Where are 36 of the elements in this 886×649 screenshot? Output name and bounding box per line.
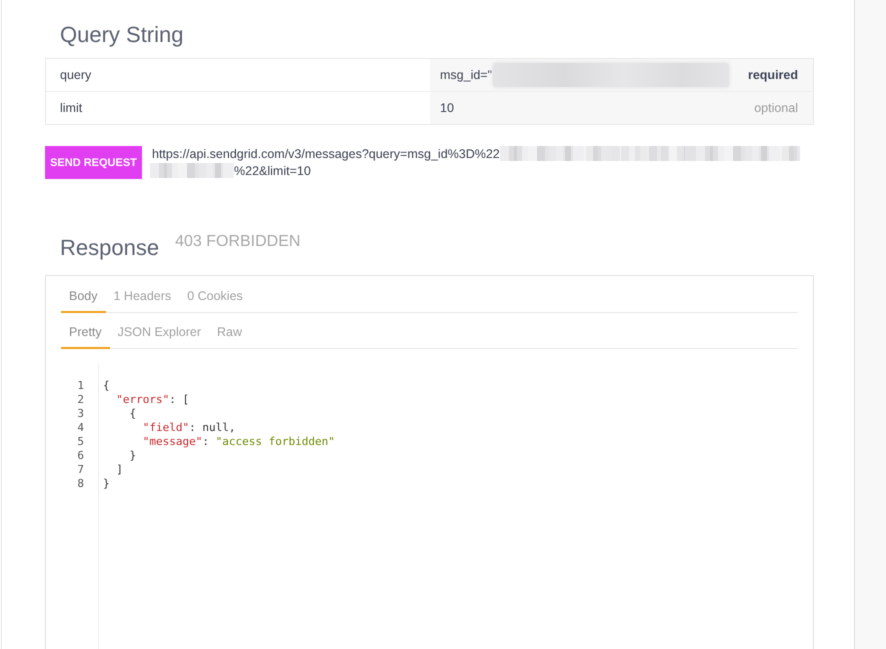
param-value-field[interactable]: msg_id=" required <box>430 59 813 91</box>
status-text: 403 FORBIDDEN <box>175 233 300 251</box>
line-number: 5 <box>77 435 84 448</box>
view-tab[interactable]: JSON Explorer <box>110 323 210 349</box>
response-tab[interactable]: 0 Cookies <box>179 287 251 313</box>
response-tab[interactable]: 1 Headers <box>106 287 180 313</box>
request-url: https://api.sendgrid.com/v3/messages?query=msg_id%3D%22 <box>152 146 500 160</box>
line-number: 4 <box>77 421 84 434</box>
param-name: query <box>60 68 92 82</box>
param-value: 10 <box>440 101 454 115</box>
param-value: msg_id=" <box>440 68 492 82</box>
line-number: 1 <box>77 379 84 392</box>
requirement-label: optional <box>754 101 798 115</box>
request-url: %22&limit=10 <box>234 164 311 178</box>
code-line: } <box>130 449 136 462</box>
line-number: 7 <box>77 463 84 476</box>
view-tab[interactable]: Raw <box>209 323 250 349</box>
response-tab[interactable]: Body <box>61 287 106 313</box>
code-line: "field": null, <box>142 421 236 434</box>
param-name: limit <box>60 101 82 115</box>
param-value-field[interactable]: 10 optional <box>430 92 813 124</box>
line-number: 8 <box>77 477 84 490</box>
send-request-button[interactable]: SEND REQUEST <box>45 146 142 179</box>
code-line: { <box>103 379 110 392</box>
line-number: 3 <box>77 407 84 420</box>
code-line: } <box>103 477 110 490</box>
query-string-title: Query String <box>60 21 184 49</box>
line-number: 2 <box>77 393 84 406</box>
code-line: "errors": [ <box>116 393 190 406</box>
code-line: "message": "access forbidden" <box>142 435 335 448</box>
view-tab[interactable]: Pretty <box>61 323 110 349</box>
code-line: ] <box>116 463 123 476</box>
code-line: { <box>130 407 136 420</box>
line-number: 6 <box>77 449 84 462</box>
response-title: Response <box>60 234 160 262</box>
requirement-label: required <box>748 68 798 82</box>
